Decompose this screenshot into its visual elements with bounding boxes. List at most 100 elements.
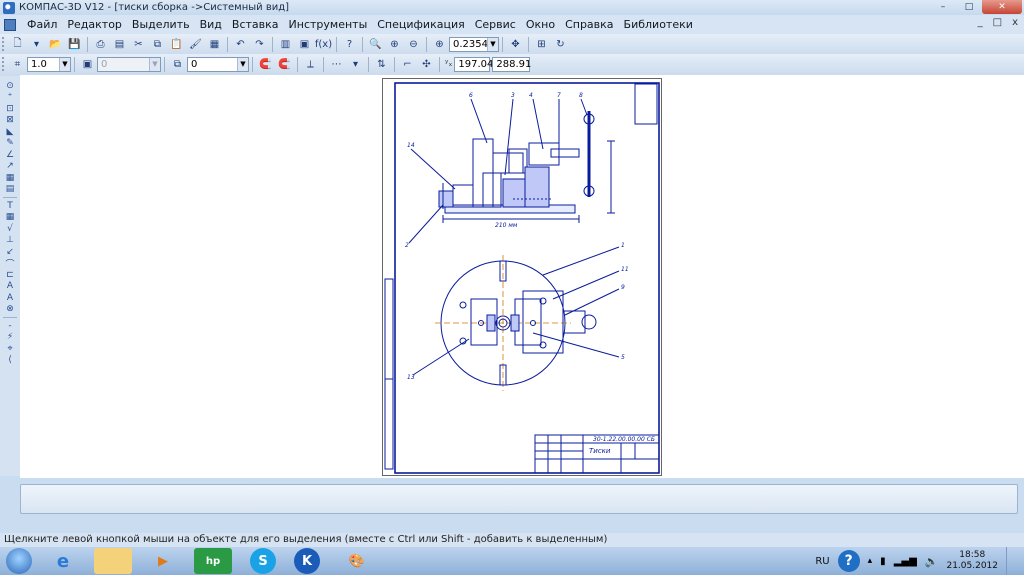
snap-icon[interactable]: 🧲 <box>257 56 274 72</box>
clock[interactable]: 18:58 21.05.2012 <box>946 550 998 572</box>
new-dropdown-icon[interactable]: ▾ <box>28 36 45 52</box>
undo-icon[interactable]: ↶ <box>232 36 249 52</box>
new-document-icon[interactable]: 🗋 <box>9 36 26 52</box>
show-all-icon[interactable]: ⊞ <box>533 36 550 52</box>
menu-select[interactable]: Выделить <box>127 18 195 31</box>
doc-minimize-button[interactable]: _ <box>978 17 983 28</box>
magnet-coords-icon[interactable]: ✣ <box>418 56 435 72</box>
dimension-icon[interactable]: ⊡ <box>3 103 17 115</box>
chevron-down-icon[interactable]: ▼ <box>149 57 160 71</box>
arc-icon[interactable]: ↗ <box>3 161 17 173</box>
cut-icon[interactable]: ✂ <box>130 36 147 52</box>
base-icon[interactable]: ⊥ <box>3 235 17 247</box>
chevron-down-icon[interactable]: ▼ <box>487 37 498 51</box>
menu-tools[interactable]: Инструменты <box>284 18 373 31</box>
toolbar-grip[interactable] <box>2 37 5 51</box>
help-pointer-icon[interactable]: ? <box>341 36 358 52</box>
zoom-combo[interactable]: 0.2354 ▼ <box>449 36 499 52</box>
maximize-button[interactable]: □ <box>956 0 982 14</box>
text-table-icon[interactable]: ▦ <box>3 212 17 224</box>
folder-icon[interactable] <box>94 548 132 574</box>
menu-editor[interactable]: Редактор <box>62 18 127 31</box>
internet-explorer-icon[interactable]: e <box>44 548 82 574</box>
chevron-down-icon[interactable]: ▼ <box>59 57 70 71</box>
line-scale-combo[interactable]: 1.0 ▼ <box>27 56 71 72</box>
start-button[interactable] <box>6 548 32 574</box>
language-indicator[interactable]: RU <box>815 556 829 567</box>
menu-libraries[interactable]: Библиотеки <box>619 18 698 31</box>
center-icon[interactable]: ⊗ <box>3 304 17 316</box>
print-icon[interactable]: ⎙ <box>92 36 109 52</box>
layer-combo[interactable]: 0 ▼ <box>187 56 249 72</box>
redo-icon[interactable]: ↷ <box>251 36 268 52</box>
position-icon[interactable]: ⌒ <box>3 258 17 270</box>
zoom-window-icon[interactable]: 🔍 <box>367 36 384 52</box>
arrow-icon[interactable]: A <box>3 292 17 304</box>
format-painter-icon[interactable]: 🖌 <box>187 36 204 52</box>
doc-restore-button[interactable]: □ <box>993 17 1002 28</box>
grid-dropdown-icon[interactable]: ▾ <box>347 56 364 72</box>
zoom-in-icon[interactable]: ⊕ <box>386 36 403 52</box>
menu-insert[interactable]: Вставка <box>227 18 284 31</box>
document-icon[interactable] <box>4 18 16 31</box>
skype-icon[interactable]: S <box>250 548 276 574</box>
edit-icon[interactable]: ✎ <box>3 138 17 150</box>
cut-line-icon[interactable]: A <box>3 281 17 293</box>
zoom-scale-icon[interactable]: ⊕ <box>431 36 448 52</box>
crosshair-icon[interactable]: ⌖ <box>3 343 17 355</box>
kompas-icon[interactable]: K <box>294 548 320 574</box>
variables-icon[interactable]: f(x) <box>315 36 332 52</box>
menu-view[interactable]: Вид <box>195 18 227 31</box>
coord-y-field[interactable]: 288.91 <box>492 56 531 72</box>
local-cs-icon[interactable]: ⟂ <box>302 56 319 72</box>
minimize-button[interactable]: – <box>930 0 956 14</box>
network-icon[interactable]: ▂▄▆ <box>894 556 917 567</box>
print-preview-icon[interactable]: ▤ <box>111 36 128 52</box>
dash-icon[interactable]: - <box>3 320 17 332</box>
round-coords-icon[interactable]: ⌐ <box>399 56 416 72</box>
drawing-sheet[interactable]: 6 3 4 7 8 14 2 1 11 9 5 13 210 мм 30-1.2… <box>382 78 662 476</box>
hp-icon[interactable]: hp <box>194 548 232 574</box>
paint-icon[interactable]: 🎨 <box>338 548 376 574</box>
tray-arrow-icon[interactable]: ▴ <box>868 556 873 566</box>
ortho-icon[interactable]: ⇅ <box>373 56 390 72</box>
properties-icon[interactable]: ▦ <box>206 36 223 52</box>
toolbar-grip[interactable] <box>2 57 5 71</box>
menu-help[interactable]: Справка <box>560 18 618 31</box>
media-player-icon[interactable]: ▶ <box>144 548 182 574</box>
tolerance-icon[interactable]: ⊏ <box>3 269 17 281</box>
fill-icon[interactable]: ◣ <box>3 126 17 138</box>
geometry-icon[interactable]: ⊙ <box>3 80 17 92</box>
hatch-icon[interactable]: ⊠ <box>3 115 17 127</box>
coord-x-field[interactable]: 197.04 <box>454 56 493 72</box>
chevron-down-icon[interactable]: ▼ <box>237 57 248 71</box>
view-combo[interactable]: 0 ▼ <box>97 56 161 72</box>
zoom-out-icon[interactable]: ⊖ <box>405 36 422 52</box>
menu-specification[interactable]: Спецификация <box>372 18 469 31</box>
angle-icon[interactable]: ∠ <box>3 149 17 161</box>
manager-icon[interactable]: ▥ <box>277 36 294 52</box>
grid-icon[interactable]: ⋯ <box>328 56 345 72</box>
roughness-icon[interactable]: √ <box>3 223 17 235</box>
point-icon[interactable]: ⁺ <box>3 92 17 104</box>
menu-file[interactable]: Файл <box>22 18 62 31</box>
menu-window[interactable]: Окно <box>521 18 560 31</box>
curve-icon[interactable]: ⟨ <box>3 355 17 367</box>
help-icon[interactable]: ? <box>837 550 860 572</box>
text-icon[interactable]: T <box>3 200 17 212</box>
open-icon[interactable]: 📂 <box>47 36 64 52</box>
library-icon[interactable]: ▣ <box>296 36 313 52</box>
lightning-icon[interactable]: ⚡ <box>3 332 17 344</box>
copy-icon[interactable]: ⧉ <box>149 36 166 52</box>
show-desktop-button[interactable] <box>1006 547 1018 575</box>
menu-service[interactable]: Сервис <box>470 18 521 31</box>
save-icon[interactable]: 💾 <box>66 36 83 52</box>
pan-icon[interactable]: ✥ <box>507 36 524 52</box>
volume-icon[interactable]: 🔈 <box>925 555 939 568</box>
refresh-icon[interactable]: ↻ <box>552 36 569 52</box>
paste-icon[interactable]: 📋 <box>168 36 185 52</box>
close-button[interactable]: ✕ <box>982 0 1022 14</box>
table-icon[interactable]: ▦ <box>3 172 17 184</box>
snap-settings-icon[interactable]: 🧲 <box>276 56 293 72</box>
battery-icon[interactable]: ▮ <box>880 556 886 567</box>
